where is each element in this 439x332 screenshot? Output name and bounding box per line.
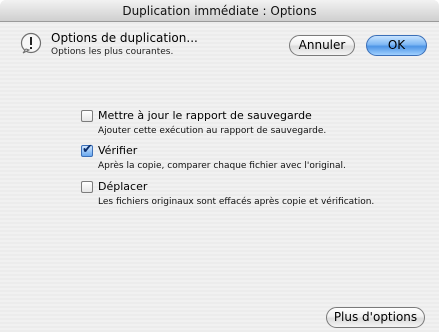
more-options-button[interactable]: Plus d'options xyxy=(326,307,425,328)
dialog-subheading: Options les plus courantes. xyxy=(51,47,174,57)
window-title: Duplication immédiate : Options xyxy=(0,0,439,22)
verify-description: Après la copie, comparer chaque fichier … xyxy=(98,161,346,171)
options-dialog-window: Duplication immédiate : Options Options … xyxy=(0,0,439,332)
update-report-checkbox[interactable] xyxy=(81,110,93,122)
update-report-description: Ajouter cette exécution au rapport de sa… xyxy=(98,126,327,136)
alert-icon xyxy=(20,32,42,54)
verify-checkbox[interactable]: ✔ xyxy=(81,142,93,157)
move-label[interactable]: Déplacer xyxy=(98,180,147,193)
ok-button[interactable]: OK xyxy=(366,35,427,56)
cancel-button[interactable]: Annuler xyxy=(289,35,355,56)
checkmark-icon: ✔ xyxy=(82,142,93,157)
dialog-heading: Options de duplication... xyxy=(51,31,198,45)
verify-label[interactable]: Vérifier xyxy=(98,144,137,157)
move-checkbox[interactable] xyxy=(81,181,93,193)
dialog-content: Options de duplication... Options les pl… xyxy=(0,22,439,332)
move-description: Les fichiers originaux sont effacés aprè… xyxy=(98,197,375,207)
update-report-label[interactable]: Mettre à jour le rapport de sauvegarde xyxy=(98,109,312,122)
